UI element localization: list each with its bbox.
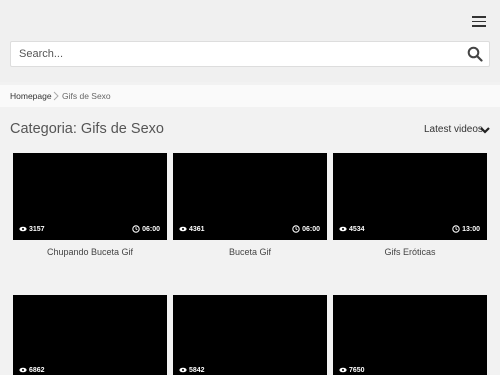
views-value: 3157	[29, 225, 45, 233]
duration-value: 06:00	[142, 225, 160, 233]
views-count: 5842	[179, 366, 205, 374]
duration-value: 13:00	[462, 225, 480, 233]
views-count: 4361	[179, 225, 205, 233]
views-count: 6862	[19, 366, 45, 374]
eye-icon	[339, 367, 347, 373]
search-input[interactable]	[19, 42, 459, 66]
views-value: 7650	[349, 366, 365, 374]
views-value: 5842	[189, 366, 205, 374]
clock-icon	[452, 225, 460, 233]
search-icon[interactable]	[467, 46, 483, 62]
sort-dropdown[interactable]: Latest videos	[424, 124, 483, 135]
video-thumbnail[interactable]: 3157 06:00	[13, 153, 167, 240]
views-value: 4361	[189, 225, 205, 233]
hamburger-menu-icon[interactable]	[468, 12, 490, 30]
eye-icon	[19, 226, 27, 232]
eye-icon	[179, 226, 187, 232]
page-title: Categoria: Gifs de Sexo	[10, 121, 164, 137]
eye-icon	[19, 367, 27, 373]
eye-icon	[339, 226, 347, 232]
site-header	[0, 0, 500, 82]
video-thumbnail[interactable]: 4534 13:00	[333, 153, 487, 240]
eye-icon	[179, 367, 187, 373]
clock-icon	[292, 225, 300, 233]
video-title[interactable]: Chupando Buceta Gif	[13, 247, 167, 257]
clock-icon	[132, 225, 140, 233]
video-thumbnail[interactable]: 4361 06:00	[173, 153, 327, 240]
breadcrumb-current: Gifs de Sexo	[62, 91, 111, 101]
views-count: 7650	[339, 366, 365, 374]
chevron-right-icon	[53, 91, 59, 101]
breadcrumb: Homepage Gifs de Sexo	[0, 85, 500, 107]
duration: 06:00	[292, 225, 320, 233]
duration: 13:00	[452, 225, 480, 233]
search-bar	[10, 41, 490, 67]
video-title[interactable]: Buceta Gif	[173, 247, 327, 257]
duration: 06:00	[132, 225, 160, 233]
video-thumbnail[interactable]: 5842	[173, 295, 327, 375]
views-value: 6862	[29, 366, 45, 374]
views-value: 4534	[349, 225, 365, 233]
chevron-down-icon[interactable]	[479, 124, 491, 136]
views-count: 4534	[339, 225, 365, 233]
video-title[interactable]: Gifs Eróticas	[333, 247, 487, 257]
duration-value: 06:00	[302, 225, 320, 233]
video-thumbnail[interactable]: 7650	[333, 295, 487, 375]
views-count: 3157	[19, 225, 45, 233]
breadcrumb-home-link[interactable]: Homepage	[10, 91, 52, 101]
video-thumbnail[interactable]: 6862	[13, 295, 167, 375]
